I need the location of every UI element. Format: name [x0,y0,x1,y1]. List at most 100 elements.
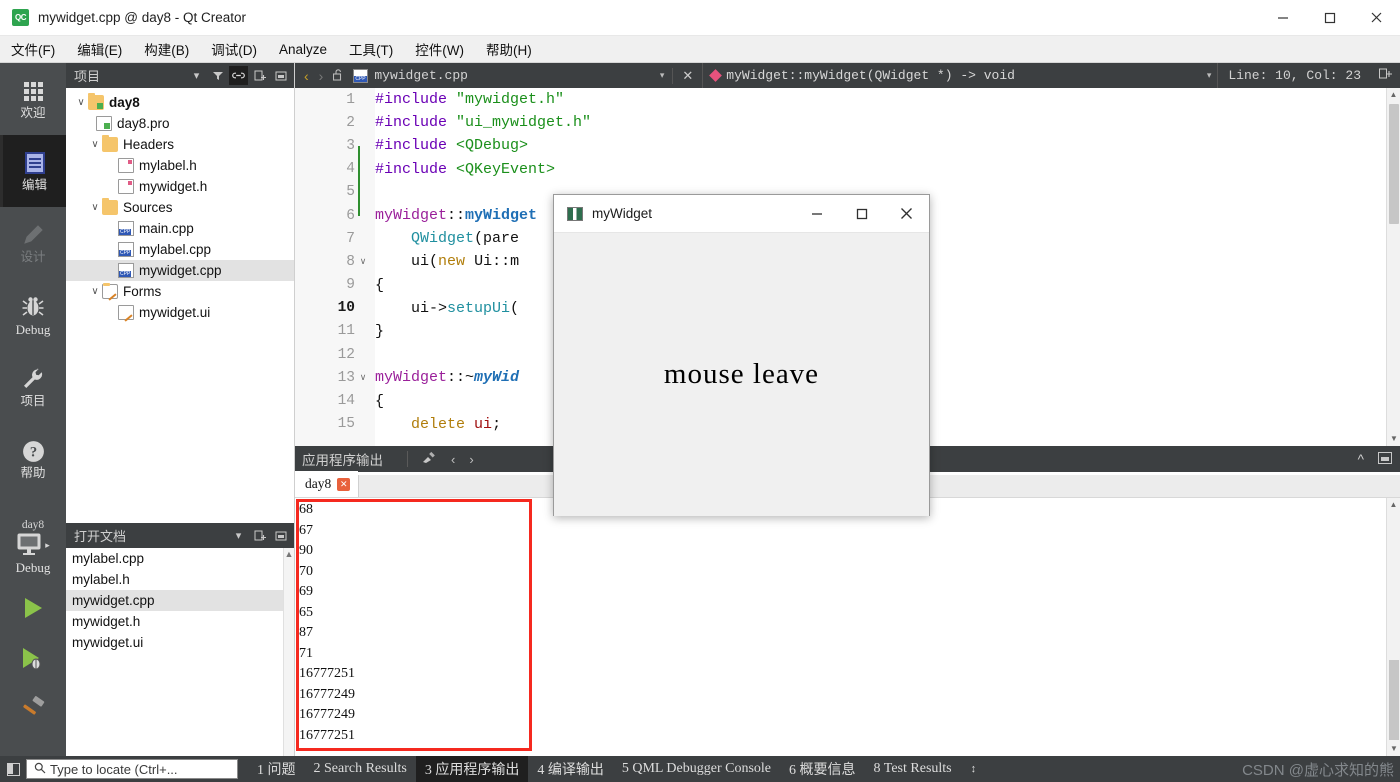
code-token: ui [474,415,493,433]
tree-item-day8[interactable]: ∨ day8 [66,92,294,113]
status-item-test-results[interactable]: 8 Test Results [865,758,961,780]
link-icon[interactable] [229,66,248,85]
list-item[interactable]: mywidget.cpp [66,590,294,611]
list-item[interactable]: mylabel.h [66,569,294,590]
tree-item-day8-pro[interactable]: day8.pro [66,113,294,134]
scrollbar-thumb[interactable] [1389,660,1399,740]
scroll-down-icon[interactable]: ▼ [1387,742,1400,756]
status-item-label: 问题 [267,763,296,778]
code-token: { [375,276,385,294]
collapse-icon[interactable]: ^ [1358,452,1364,467]
menu-tools[interactable]: 工具(T) [338,36,404,62]
list-item[interactable]: mywidget.ui [66,632,294,653]
mywidget-app-window[interactable]: myWidget mouse leave [553,194,930,516]
mywidget-close-button[interactable] [884,195,929,233]
open-doc-label: mywidget.h [72,614,141,629]
fold-marker[interactable]: ∨ [355,373,371,383]
sidebar-item-debug[interactable]: Debug [0,279,66,351]
close-document-icon[interactable]: ✕ [672,67,702,84]
open-documents-scrollbar[interactable]: ▲ [283,548,294,756]
output-tab-day8[interactable]: day8 ✕ [295,471,359,497]
add-icon[interactable] [250,66,269,85]
symbol-dropdown-icon[interactable]: ▾ [1207,70,1218,81]
sidebar-item-edit[interactable]: 编辑 [0,135,66,207]
fold-marker[interactable]: ∨ [355,257,371,267]
prev-item-icon[interactable]: ‹ [451,452,455,467]
toggle-sidebar-icon[interactable] [0,756,26,782]
minimize-panel-icon[interactable] [271,66,290,85]
tree-item-main-cpp[interactable]: main.cpp [66,218,294,239]
menu-edit[interactable]: 编辑(E) [66,36,133,62]
close-icon[interactable]: ✕ [337,477,351,491]
chevron-icon[interactable]: ∨ [74,97,88,108]
mywidget-minimize-button[interactable] [794,195,839,233]
minimize-button[interactable] [1259,0,1306,36]
mywidget-client-area[interactable]: mouse leave [554,233,929,516]
chevron-down-icon[interactable]: ▾ [187,66,206,85]
maximize-output-icon[interactable] [1378,451,1392,467]
symbol-selector[interactable]: myWidget::myWidget(QWidget *) -> void [702,63,1015,88]
chevron-icon[interactable]: ∨ [88,139,102,150]
scrollbar-thumb[interactable] [1389,104,1399,224]
status-item-compile-output[interactable]: 4 编译输出 [528,756,613,782]
chevron-icon[interactable]: ∨ [88,286,102,297]
qt-creator-window: QC mywidget.cpp @ day8 - Qt Creator 文件(F… [0,0,1400,782]
tree-item-mywidget-ui[interactable]: mywidget.ui [66,302,294,323]
run-button[interactable] [0,588,66,632]
debug-button[interactable] [0,638,66,682]
application-output[interactable]: 68 67 90 70 69 65 87 71 16777251 16777249 16777249… [295,498,1400,756]
tree-item-sources[interactable]: ∨ Sources [66,197,294,218]
tree-item-forms[interactable]: ∨ Forms [66,281,294,302]
nav-forward-icon[interactable]: › [319,68,324,84]
output-pane-updown-icon[interactable]: ↕ [961,763,987,775]
status-item-application-output[interactable]: 3 应用程序输出 [415,756,529,782]
status-item-general-messages[interactable]: 6 概要信息 [780,756,865,782]
search-input[interactable]: Type to locate (Ctrl+... [26,759,238,779]
tree-item-mywidget-h[interactable]: mywidget.h [66,176,294,197]
minimize-panel-icon[interactable] [271,526,290,545]
maximize-button[interactable] [1306,0,1353,36]
clear-output-icon[interactable] [422,451,437,467]
tree-item-headers[interactable]: ∨ Headers [66,134,294,155]
scroll-up-icon[interactable]: ▲ [284,548,294,560]
split-editor-icon[interactable] [1371,68,1400,83]
tree-item-mylabel-cpp[interactable]: mylabel.cpp [66,239,294,260]
sidebar-item-welcome[interactable]: 欢迎 [0,63,66,135]
scroll-up-icon[interactable]: ▲ [1387,498,1400,512]
menu-analyze[interactable]: Analyze [268,39,338,60]
kit-selector[interactable]: day8 ▸ Debug [0,519,66,576]
status-item-issues[interactable]: 1 问题 [248,756,305,782]
sidebar-item-projects[interactable]: 项目 [0,351,66,423]
unlocked-icon[interactable] [333,68,344,84]
sidebar-item-help[interactable]: ? 帮助 [0,423,66,495]
menu-build[interactable]: 构建(B) [133,36,200,62]
filter-icon[interactable] [208,66,227,85]
list-item[interactable]: mylabel.cpp [66,548,294,569]
editor-scrollbar[interactable]: ▲ ▼ [1386,88,1400,446]
menu-file[interactable]: 文件(F) [0,36,66,62]
chevron-down-icon[interactable]: ▾ [229,526,248,545]
status-item-qml-debugger[interactable]: 5 QML Debugger Console [613,758,780,780]
editor-filename[interactable]: mywidget.cpp [374,68,468,83]
bug-icon [21,294,45,320]
status-item-search-results[interactable]: 2 Search Results [305,758,416,780]
next-item-icon[interactable]: › [469,452,473,467]
output-tab-label: day8 [305,476,332,491]
menu-debug[interactable]: 调试(D) [200,36,268,62]
output-scrollbar[interactable]: ▲ ▼ [1386,498,1400,756]
scroll-up-icon[interactable]: ▲ [1387,88,1400,102]
nav-back-icon[interactable]: ‹ [304,68,309,84]
add-icon[interactable] [250,526,269,545]
list-item[interactable]: mywidget.h [66,611,294,632]
close-button[interactable] [1353,0,1400,36]
scroll-down-icon[interactable]: ▼ [1387,432,1400,446]
tree-item-mywidget-cpp[interactable]: mywidget.cpp [66,260,294,281]
tree-item-mylabel-h[interactable]: mylabel.h [66,155,294,176]
menu-help[interactable]: 帮助(H) [475,36,543,62]
sidebar-item-design[interactable]: 设计 [0,207,66,279]
mywidget-maximize-button[interactable] [839,195,884,233]
chevron-down-icon[interactable]: ▾ [660,70,665,81]
menu-widgets[interactable]: 控件(W) [404,36,475,62]
build-button[interactable] [0,688,66,732]
chevron-icon[interactable]: ∨ [88,202,102,213]
